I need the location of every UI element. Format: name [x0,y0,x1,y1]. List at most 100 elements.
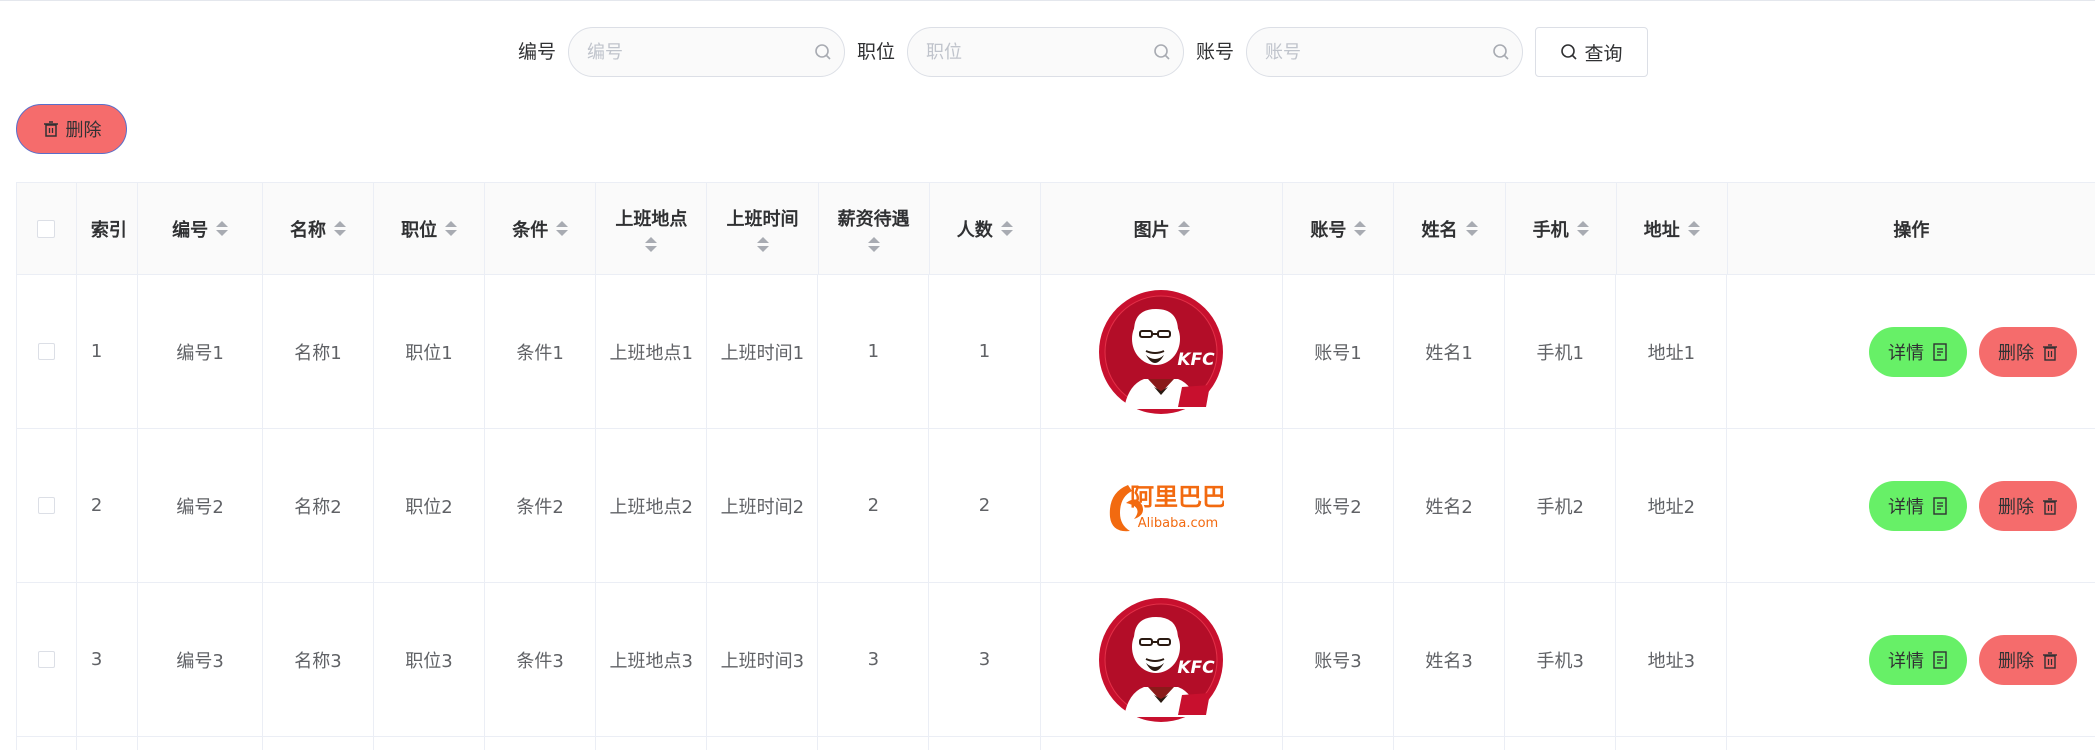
header-index: 索引 [76,183,139,275]
header-dd[interactable]: 上班地点 [596,183,708,275]
partial-image[interactable] [1098,736,1224,750]
table-row: 3 编号3 名称3 职位3 条件3 上班地点3 上班时间3 3 3 KFC 账号… [17,583,2095,737]
partial-cell [1616,737,1728,750]
partial-cell [929,737,1041,750]
search-input-bh-wrapper[interactable] [568,27,845,77]
cell-rs: 3 [929,583,1041,737]
cell-xz: 3 [818,583,930,737]
header-xz[interactable]: 薪资待遇 [818,183,930,275]
delete-button-label: 删除 [1997,342,2034,364]
header-mc[interactable]: 名称 [262,183,375,275]
header-sjh[interactable]: 手机 [1505,183,1617,275]
delete-button[interactable]: 删除 [1978,634,2077,685]
select-all-checkbox[interactable] [37,219,56,238]
document-icon [1933,650,1947,669]
sort-icon[interactable] [445,221,458,236]
sort-icon[interactable] [645,237,658,252]
header-tj-label: 条件 [512,219,549,241]
search-input-bh[interactable] [569,28,789,76]
partial-cell [707,737,819,750]
cell-tj: 条件1 [485,275,597,429]
sort-icon[interactable] [1000,221,1013,236]
cell-xm: 姓名1 [1394,275,1506,429]
header-zh[interactable]: 账号 [1283,183,1395,275]
cell-xz: 2 [818,429,930,583]
detail-button-label: 详情 [1887,650,1924,672]
cell-zh: 账号2 [1282,429,1395,583]
document-icon [1933,496,1947,515]
header-xm-label: 姓名 [1421,219,1458,241]
search-label-bh: 编号 [518,41,557,63]
detail-button[interactable]: 详情 [1868,480,1967,531]
search-icon [1154,44,1170,60]
header-op: 操作 [1727,183,2095,275]
header-bh-label: 编号 [172,219,209,241]
query-button[interactable]: 查询 [1535,27,1648,77]
header-tj[interactable]: 条件 [485,183,597,275]
detail-button[interactable]: 详情 [1868,634,1967,685]
delete-button[interactable]: 删除 [1978,480,2077,531]
cell-tp: KFC [1040,583,1283,737]
cell-dd: 上班地点2 [596,429,708,583]
cell-sj: 上班时间2 [707,429,819,583]
row-select-cell [17,429,77,583]
row-checkbox[interactable] [37,651,55,668]
header-zw[interactable]: 职位 [374,183,486,275]
detail-button-label: 详情 [1887,496,1924,518]
sort-icon[interactable] [867,237,880,252]
cell-sj: 上班时间3 [707,583,819,737]
cell-dz: 地址3 [1616,583,1728,737]
partial-cell [596,737,708,750]
sort-icon[interactable] [216,221,229,236]
row-checkbox[interactable] [37,497,55,514]
partial-cell [17,737,77,750]
sort-icon[interactable] [1465,221,1478,236]
alibaba-logo-image[interactable]: 阿里巴巴 Alibaba.com [1098,443,1224,569]
header-rs[interactable]: 人数 [929,183,1041,275]
cell-xz: 1 [818,275,930,429]
sort-icon[interactable] [1576,221,1589,236]
search-input-zw[interactable] [908,28,1128,76]
cell-xm: 姓名2 [1394,429,1506,583]
search-icon [1493,44,1509,60]
cell-zw: 职位2 [373,429,486,583]
cell-bh: 编号1 [138,275,263,429]
sort-icon[interactable] [1354,221,1367,236]
cell-mc: 名称2 [262,429,374,583]
cell-tp: KFC [1040,275,1283,429]
sort-icon[interactable] [556,221,569,236]
row-checkbox[interactable] [37,343,55,360]
partial-cell [138,737,263,750]
sort-icon[interactable] [334,221,347,236]
cell-zw: 职位1 [373,275,486,429]
header-dz[interactable]: 地址 [1616,183,1728,275]
cell-bh: 编号3 [138,583,263,737]
row-select-cell [17,275,77,429]
alibaba-logo-cn: 阿里巴巴 [1130,483,1224,511]
kfc-logo-image[interactable]: KFC [1098,289,1224,415]
detail-button-label: 详情 [1887,342,1924,364]
sort-icon[interactable] [1177,221,1190,236]
header-xm[interactable]: 姓名 [1394,183,1506,275]
batch-delete-label: 删除 [65,120,102,141]
header-sjh-label: 手机 [1532,219,1569,241]
search-input-zw-wrapper[interactable] [907,27,1184,77]
kfc-logo-text: KFC [1178,658,1216,678]
batch-delete-button[interactable]: 删除 [16,104,127,154]
cell-zh: 账号1 [1282,275,1395,429]
header-bh[interactable]: 编号 [138,183,263,275]
search-label-zh: 账号 [1196,41,1235,63]
table-row-partial [17,737,2095,750]
detail-button[interactable]: 详情 [1868,326,1967,377]
partial-cell [1283,737,1395,750]
search-input-zh[interactable] [1247,28,1467,76]
header-sj[interactable]: 上班时间 [707,183,819,275]
header-op-label: 操作 [1893,219,1930,241]
search-input-zh-wrapper[interactable] [1246,27,1523,77]
sort-icon[interactable] [756,237,769,252]
header-tp[interactable]: 图片 [1040,183,1284,275]
kfc-logo-image[interactable]: KFC [1098,597,1224,723]
delete-button[interactable]: 删除 [1978,326,2077,377]
sort-icon[interactable] [1687,221,1700,236]
cell-mc: 名称1 [262,275,374,429]
